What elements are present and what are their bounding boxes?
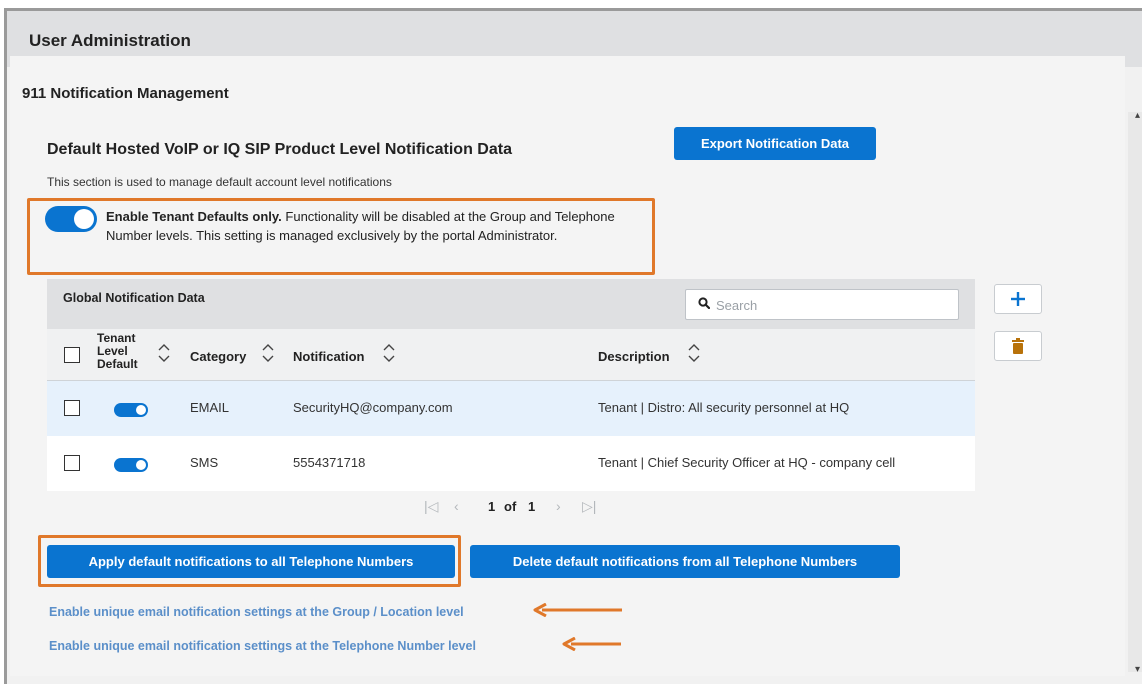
cell-category: EMAIL xyxy=(190,400,230,415)
tenant-defaults-toggle[interactable] xyxy=(45,206,97,232)
enable-group-location-link[interactable]: Enable unique email notification setting… xyxy=(49,605,464,619)
scroll-down-icon[interactable]: ▾ xyxy=(1135,664,1140,675)
tenant-header-line-3: Default xyxy=(97,357,138,371)
column-description[interactable]: Description xyxy=(598,349,670,364)
row-checkbox[interactable] xyxy=(64,455,80,471)
row-tenant-default-toggle[interactable] xyxy=(114,458,148,472)
arrow-left-icon xyxy=(533,603,622,617)
search-input[interactable] xyxy=(716,294,946,316)
defaults-title: Default Hosted VoIP or IQ SIP Product Le… xyxy=(47,141,512,158)
row-checkbox[interactable] xyxy=(64,400,80,416)
apply-default-notifications-button[interactable]: Apply default notifications to all Telep… xyxy=(47,545,455,578)
export-notification-data-button[interactable]: Export Notification Data xyxy=(674,127,876,160)
row-tenant-default-toggle[interactable] xyxy=(114,403,148,417)
column-notification[interactable]: Notification xyxy=(293,349,365,364)
defaults-description: This section is used to manage default a… xyxy=(47,175,392,189)
delete-default-notifications-button[interactable]: Delete default notifications from all Te… xyxy=(470,545,900,578)
table-row[interactable]: SMS 5554371718 Tenant | Chief Security O… xyxy=(47,436,975,491)
toggle-knob xyxy=(136,460,146,470)
sort-description-icon[interactable] xyxy=(687,341,701,365)
first-page-icon[interactable]: |◁ xyxy=(424,498,438,515)
tenant-defaults-text: Enable Tenant Defaults only. Functionali… xyxy=(106,207,646,245)
plus-icon xyxy=(1011,292,1025,306)
column-category[interactable]: Category xyxy=(190,349,246,364)
grid-title: Global Notification Data xyxy=(63,291,205,305)
tenant-defaults-label: Enable Tenant Defaults only. xyxy=(106,209,282,224)
sort-tenant-icon[interactable] xyxy=(157,341,171,365)
select-all-checkbox[interactable] xyxy=(64,347,80,363)
pagination: |◁ ‹ 1 of 1 › ▷| xyxy=(420,498,620,518)
table-row[interactable]: EMAIL SecurityHQ@company.com Tenant | Di… xyxy=(47,381,975,436)
sort-notification-icon[interactable] xyxy=(382,341,396,365)
delete-notification-button[interactable] xyxy=(994,331,1042,361)
scroll-up-icon[interactable]: ▴ xyxy=(1135,110,1140,121)
sort-category-icon[interactable] xyxy=(261,341,275,365)
prev-page-icon[interactable]: ‹ xyxy=(454,498,459,514)
trash-icon xyxy=(1012,338,1024,354)
search-box[interactable] xyxy=(685,289,959,320)
cell-notification: SecurityHQ@company.com xyxy=(293,400,453,415)
cell-description: Tenant | Chief Security Officer at HQ - … xyxy=(598,455,896,470)
arrow-left-icon xyxy=(562,637,621,651)
search-icon xyxy=(698,297,710,309)
toggle-knob xyxy=(74,209,94,229)
scrollbar[interactable] xyxy=(1128,112,1142,672)
column-tenant-level-default[interactable]: Tenant Level Default xyxy=(97,332,138,371)
page-current: 1 xyxy=(488,499,496,514)
enable-telephone-number-link[interactable]: Enable unique email notification setting… xyxy=(49,639,476,653)
notification-grid: Global Notification Data Tenant Level De… xyxy=(47,279,975,491)
page-of-label: of xyxy=(504,499,517,514)
next-page-icon[interactable]: › xyxy=(556,498,561,514)
page-total: 1 xyxy=(528,499,536,514)
cell-notification: 5554371718 xyxy=(293,455,366,470)
column-header-row: Tenant Level Default Category Notificati… xyxy=(47,329,975,381)
grid-toolbar: Global Notification Data xyxy=(47,279,975,329)
cell-description: Tenant | Distro: All security personnel … xyxy=(598,400,850,415)
last-page-icon[interactable]: ▷| xyxy=(582,498,596,515)
section-title: 911 Notification Management xyxy=(22,85,229,102)
cell-category: SMS xyxy=(190,455,219,470)
page-title: User Administration xyxy=(29,31,191,50)
add-notification-button[interactable] xyxy=(994,284,1042,314)
toggle-knob xyxy=(136,405,146,415)
